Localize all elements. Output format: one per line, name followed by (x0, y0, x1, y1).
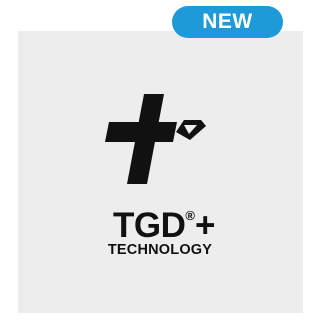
cross-horizontal-bar (105, 122, 177, 142)
brand-wordmark: TGD®+ (0, 197, 320, 245)
brand-subtitle: TECHNOLOGY (107, 242, 213, 258)
registered-mark: ® (185, 208, 196, 223)
cross-with-diamond-icon (105, 94, 206, 184)
new-badge: NEW (172, 6, 283, 38)
brand-name: TGD (113, 206, 186, 245)
brand-plus: + (195, 206, 215, 245)
